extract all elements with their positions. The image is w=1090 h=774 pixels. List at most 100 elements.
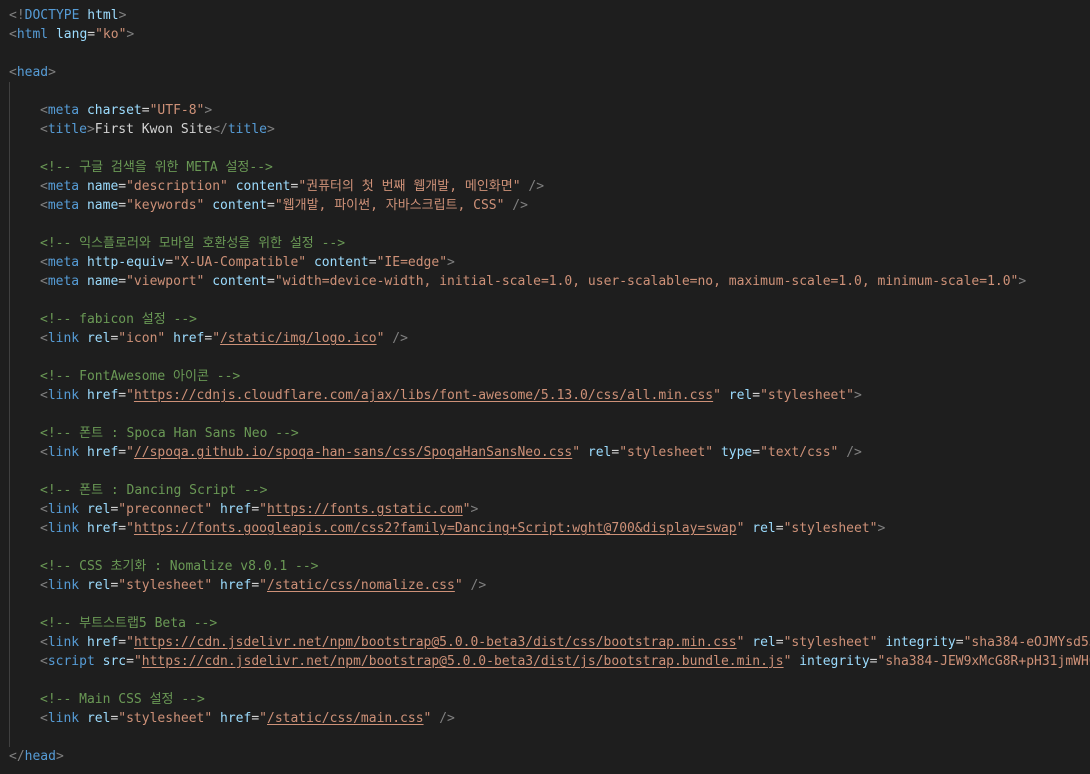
code-line[interactable] bbox=[9, 728, 1090, 747]
text-content bbox=[79, 635, 87, 650]
code-line[interactable]: <meta name="viewport" content="width=dev… bbox=[9, 272, 1090, 291]
code-line[interactable]: <!-- 부트스트랩5 Beta --> bbox=[9, 614, 1090, 633]
code-line[interactable]: <!-- 폰트 : Dancing Script --> bbox=[9, 481, 1090, 500]
code-line[interactable]: <meta charset="UTF-8"> bbox=[9, 101, 1090, 120]
code-editor[interactable]: <!DOCTYPE html> <html lang="ko"> <head> <me… bbox=[0, 0, 1090, 774]
code-line[interactable] bbox=[9, 538, 1090, 557]
code-line[interactable]: <link href="https://cdn.jsdelivr.net/npm… bbox=[9, 633, 1090, 652]
code-line[interactable]: <!DOCTYPE html> bbox=[9, 6, 1090, 25]
code-line[interactable]: <link rel="icon" href="/static/img/logo.… bbox=[9, 329, 1090, 348]
tag-name: link bbox=[47, 521, 80, 536]
code-line[interactable]: <!-- 구글 검색을 위한 META 설정--> bbox=[9, 158, 1090, 177]
code-line[interactable]: <link href="https://fonts.googleapis.com… bbox=[9, 519, 1090, 538]
link-url[interactable]: https://cdn.jsdelivr.net/npm/bootstrap@5… bbox=[134, 635, 737, 650]
bracket: > bbox=[118, 8, 127, 23]
string-value: "description" bbox=[126, 179, 228, 194]
string-value: "text/css" bbox=[760, 445, 839, 460]
code-line[interactable]: <title>First Kwon Site</title> bbox=[9, 120, 1090, 139]
tag-name: head bbox=[16, 65, 49, 80]
string-value: "preconnect" bbox=[118, 502, 213, 517]
code-line[interactable] bbox=[9, 139, 1090, 158]
code-line[interactable]: <head> bbox=[9, 63, 1090, 82]
code-line[interactable]: </head> bbox=[9, 747, 1090, 766]
equals-sign: = bbox=[775, 521, 784, 536]
code-line[interactable] bbox=[9, 405, 1090, 424]
attribute-name: rel bbox=[86, 502, 111, 517]
attribute-name: rel bbox=[752, 521, 776, 536]
code-line[interactable]: <!-- 익스플로러와 모바일 호환성을 위한 설정 --> bbox=[9, 234, 1090, 253]
code-line[interactable]: <script src="https://cdn.jsdelivr.net/np… bbox=[9, 652, 1090, 671]
bracket: > bbox=[877, 521, 886, 536]
text-content bbox=[79, 255, 87, 270]
equals-sign: = bbox=[126, 654, 134, 669]
code-line[interactable] bbox=[9, 348, 1090, 367]
equals-sign: = bbox=[87, 27, 96, 42]
link-url[interactable]: https://cdnjs.cloudflare.com/ajax/libs/f… bbox=[134, 388, 713, 403]
comment: <!-- fabicon 설정 --> bbox=[40, 312, 197, 327]
code-line[interactable]: <html lang="ko"> bbox=[9, 25, 1090, 44]
code-line[interactable]: <link href="//spoqa.github.io/spoqa-han-… bbox=[9, 443, 1090, 462]
code-line[interactable]: <!-- 폰트 : Spoca Han Sans Neo --> bbox=[9, 424, 1090, 443]
code-line[interactable]: <meta name="keywords" content="웹개발, 파이썬,… bbox=[9, 196, 1090, 215]
bracket: < bbox=[40, 255, 48, 270]
code-line[interactable] bbox=[9, 291, 1090, 310]
link-url[interactable]: /static/img/logo.ico bbox=[220, 331, 377, 346]
link-url[interactable]: https://fonts.googleapis.com/css2?family… bbox=[134, 521, 737, 536]
tag-name: link bbox=[47, 711, 80, 726]
string-value: "stylesheet" bbox=[783, 635, 878, 650]
link-url[interactable]: /static/css/main.css bbox=[267, 711, 424, 726]
bracket: < bbox=[40, 578, 48, 593]
tag-name: title bbox=[227, 122, 267, 137]
text-content bbox=[228, 179, 236, 194]
code-line[interactable]: <!-- CSS 초기화 : Nomalize v8.0.1 --> bbox=[9, 557, 1090, 576]
code-line[interactable]: <link rel="stylesheet" href="/static/css… bbox=[9, 576, 1090, 595]
bracket: > bbox=[48, 65, 56, 80]
text-content bbox=[79, 179, 87, 194]
equals-sign: = bbox=[251, 711, 260, 726]
code-line[interactable]: <link href="https://cdnjs.cloudflare.com… bbox=[9, 386, 1090, 405]
code-line[interactable]: <link rel="stylesheet" href="/static/css… bbox=[9, 709, 1090, 728]
attribute-name: rel bbox=[728, 388, 753, 403]
code-line[interactable] bbox=[9, 462, 1090, 481]
code-line[interactable] bbox=[9, 215, 1090, 234]
link-url[interactable]: https://fonts.gstatic.com bbox=[267, 502, 463, 517]
string-value: "권퓨터의 첫 번째 웹개발, 메인화면" bbox=[298, 179, 521, 194]
attribute-name: href bbox=[173, 331, 205, 346]
string-value: "stylesheet" bbox=[619, 445, 714, 460]
code-line[interactable]: <link rel="preconnect" href="https://fon… bbox=[9, 500, 1090, 519]
equals-sign: = bbox=[752, 445, 761, 460]
link-url[interactable]: https://cdn.jsdelivr.net/npm/bootstrap@5… bbox=[142, 654, 784, 669]
link-url[interactable]: /static/css/nomalize.css bbox=[267, 578, 455, 593]
code-line[interactable]: <meta name="description" content="권퓨터의 첫… bbox=[9, 177, 1090, 196]
string-value: "stylesheet" bbox=[783, 521, 878, 536]
code-line[interactable]: <!-- Main CSS 설정 --> bbox=[9, 690, 1090, 709]
string-value: " bbox=[259, 711, 267, 726]
code-line[interactable]: <!-- FontAwesome 아이콘 --> bbox=[9, 367, 1090, 386]
equals-sign: = bbox=[118, 521, 127, 536]
code-line[interactable] bbox=[9, 82, 1090, 101]
string-value: "viewport" bbox=[126, 274, 205, 289]
code-line[interactable] bbox=[9, 671, 1090, 690]
attribute-name: lang bbox=[55, 27, 88, 42]
code-line[interactable] bbox=[9, 44, 1090, 63]
string-value: " bbox=[126, 445, 134, 460]
code-line[interactable]: <!-- fabicon 설정 --> bbox=[9, 310, 1090, 329]
code-line[interactable]: <meta http-equiv="X-UA-Compatible" conte… bbox=[9, 253, 1090, 272]
bracket: > bbox=[470, 502, 479, 517]
attribute-name: href bbox=[86, 445, 119, 460]
attribute-name: rel bbox=[86, 578, 111, 593]
equals-sign: = bbox=[869, 654, 878, 669]
bracket: </ bbox=[9, 749, 25, 764]
bracket: > bbox=[86, 122, 95, 137]
bracket: < bbox=[40, 654, 48, 669]
code-line[interactable] bbox=[9, 595, 1090, 614]
tag-name: title bbox=[47, 122, 87, 137]
bracket: < bbox=[40, 179, 48, 194]
link-url[interactable]: //spoqa.github.io/spoqa-han-sans/css/Spo… bbox=[134, 445, 572, 460]
text-content bbox=[580, 445, 588, 460]
